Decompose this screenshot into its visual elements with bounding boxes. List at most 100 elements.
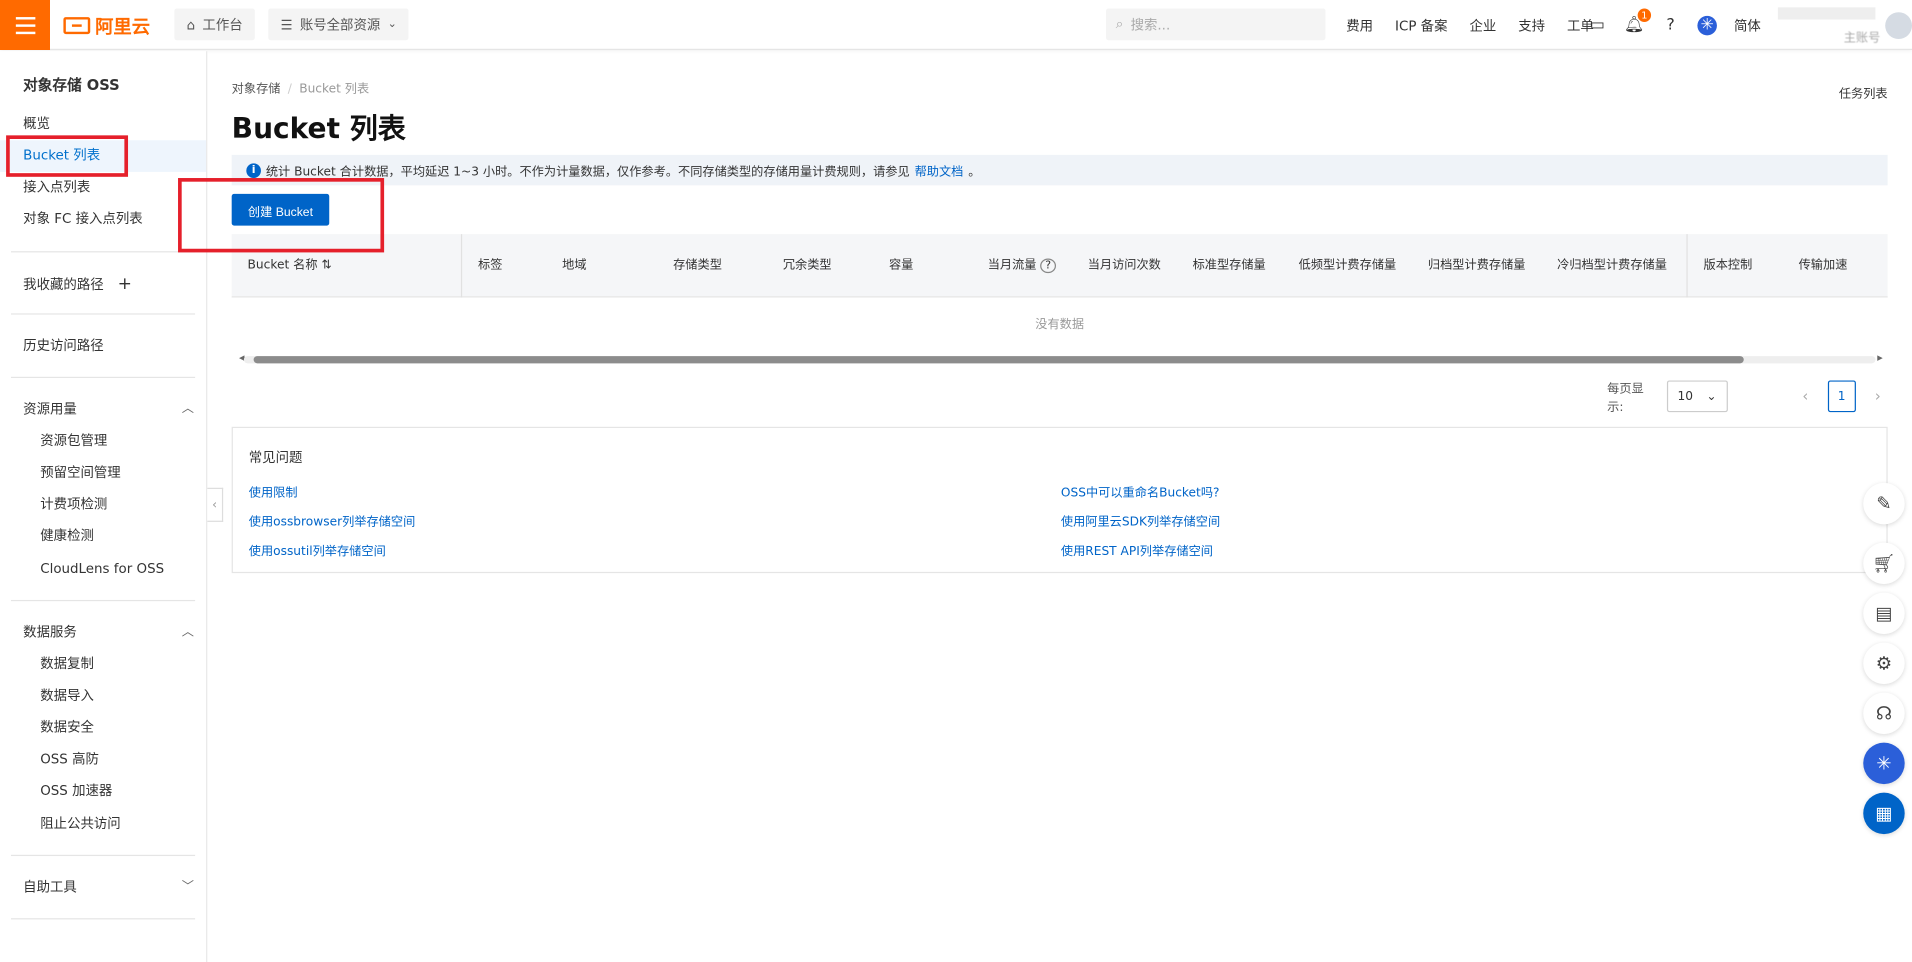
prev-page-icon[interactable]: ‹ [1796,388,1816,405]
sidebar-item-billing-check[interactable]: 计费项检测 [40,489,107,521]
table-header: Bucket 名称 ⇅ 标签 地域 存储类型 冗余类型 容量 当月流量 ? 当月… [231,234,1888,298]
sort-icon[interactable]: ⇅ [321,259,331,272]
sidebar-item-overview[interactable]: 概览 [23,109,50,141]
col-ia-storage: 低频型计费存储量 [1298,258,1397,272]
sidebar-group-data-services[interactable]: 数据服务 ︿ [23,617,194,649]
sidebar-group-resource-usage[interactable]: 资源用量 ︿ [23,394,194,426]
favorites-label: 我收藏的路径 [23,276,104,293]
bell-icon[interactable]: 🔔︎ 1 [1624,7,1652,35]
chevron-up-icon: ︿ [181,402,194,416]
sidebar-item-history[interactable]: 历史访问路径 [23,330,103,362]
logo-mark [63,17,91,35]
language-switch[interactable]: 简体 [1734,15,1761,35]
sidebar-item-accelerator[interactable]: OSS 加速器 [40,776,112,808]
edit-icon[interactable]: ✎ [1863,482,1905,525]
sidebar-collapse-button[interactable]: ‹ [207,487,224,522]
col-archive-storage: 归档型计费存储量 [1427,258,1526,272]
page-size-select[interactable]: 10 ⌄ [1666,380,1728,413]
aliyun-logo[interactable]: 阿里云 [63,13,150,37]
notification-badge: 1 [1637,7,1652,22]
breadcrumb: 对象存储 / Bucket 列表 [231,82,370,97]
faq-link-ossbrowser[interactable]: 使用ossbrowser列举存储空间 [249,511,416,529]
nav-link-icp[interactable]: ICP 备案 [1395,15,1448,35]
scroll-right-icon[interactable]: ▸ [1877,352,1883,364]
faq-link-sdk[interactable]: 使用阿里云SDK列举存储空间 [1061,511,1220,529]
headset-icon[interactable]: ☊ [1863,692,1905,735]
assistant-icon[interactable]: ✳ [1697,15,1717,35]
nav-link-fee[interactable]: 费用 [1346,15,1373,35]
chevron-down-icon: ⌄ [1706,389,1717,404]
col-storage-class: 存储类型 [673,258,722,272]
sidebar-item-package-mgmt[interactable]: 资源包管理 [40,426,107,458]
nav-link-support[interactable]: 支持 [1518,15,1545,35]
pagination: 每页显示: 10 ⌄ ‹ 1 › [1607,380,1888,415]
page-size-value: 10 [1677,389,1694,404]
sidebar-item-health-check[interactable]: 健康检测 [40,521,94,553]
question-icon[interactable]: ? [1040,258,1056,274]
create-bucket-button[interactable]: 创建 Bucket [231,193,330,226]
col-monthly-traffic: 当月流量 ? [988,234,1056,297]
breadcrumb-current: Bucket 列表 [299,82,370,97]
col-monthly-traffic-label: 当月流量 [987,258,1037,272]
terminal-icon[interactable]: ▭ [1588,15,1608,35]
sidebar-item-block-public-access[interactable]: 阻止公共访问 [40,808,120,840]
col-cold-archive-storage: 冷归档型计费存储量 [1557,258,1667,272]
search-input[interactable]: ⌕ 搜索... [1105,8,1326,41]
menu-icon[interactable] [0,0,50,50]
sidebar-item-data-replication[interactable]: 数据复制 [40,649,94,681]
sidebar-divider [10,854,196,857]
assistant-icon[interactable]: ✳ [1863,742,1905,785]
task-list-link[interactable]: 任务列表 [1839,83,1888,101]
sidebar: 对象存储 OSS 概览 Bucket 列表 接入点列表 对象 FC 接入点列表 … [0,51,208,962]
workbench-button[interactable]: ⌂ 工作台 [174,8,255,41]
column-divider [460,234,463,298]
self-help-label: 自助工具 [23,879,77,896]
faq-link-limits[interactable]: 使用限制 [249,482,298,500]
apps-icon[interactable]: ▦ [1863,792,1905,835]
sidebar-item-reserved-capacity[interactable]: 预留空间管理 [40,457,120,489]
sidebar-group-self-help[interactable]: 自助工具 ﹀ [23,872,194,904]
page-title: Bucket 列表 [231,113,406,146]
next-page-icon[interactable]: › [1868,388,1888,405]
scroll-thumb[interactable] [253,356,1744,364]
account-label: 主账号 [1843,31,1881,46]
faq-link-rename-bucket[interactable]: OSS中可以重命名Bucket吗? [1061,482,1220,500]
sidebar-item-bucket-list[interactable]: Bucket 列表 [0,140,207,172]
account-resources-label: 账号全部资源 [299,17,381,33]
help-icon[interactable]: ? [1661,15,1681,35]
info-notice: i 统计 Bucket 合计数据，平均延迟 1~3 小时。不作为计量数据，仅作参… [231,154,1888,186]
sidebar-item-data-import[interactable]: 数据导入 [40,680,94,712]
col-versioning: 版本控制 [1703,258,1753,272]
col-bucket-name[interactable]: Bucket 名称 ⇅ [248,234,332,297]
resource-icon: ☰ [280,16,293,33]
plus-icon[interactable]: + [118,274,132,294]
horizontal-scrollbar[interactable]: ◂ ▸ [231,352,1888,365]
document-icon[interactable]: ▤ [1863,592,1905,635]
sidebar-item-data-security[interactable]: 数据安全 [40,712,94,744]
column-divider [1686,234,1688,298]
settings-icon[interactable]: ⚙ [1863,642,1905,685]
home-icon: ⌂ [186,16,196,33]
faq-link-rest-api[interactable]: 使用REST API列举存储空间 [1061,540,1213,558]
help-doc-link[interactable]: 帮助文档 [915,161,964,179]
account-resources-dropdown[interactable]: ☰ 账号全部资源 ⌄ [268,8,410,41]
page-number-current[interactable]: 1 [1827,380,1856,413]
top-nav-icons: ▭ 🔔︎ 1 ? ✳ 简体 [1588,0,1761,50]
top-navbar: 阿里云 ⌂ 工作台 ☰ 账号全部资源 ⌄ ⌕ 搜索... 费用 ICP 备案 企… [0,0,1912,50]
chevron-down-icon: ⌄ [387,18,397,31]
breadcrumb-oss[interactable]: 对象存储 [232,83,281,96]
sidebar-item-access-points[interactable]: 接入点列表 [23,172,90,204]
sidebar-divider [10,918,196,920]
col-monthly-requests: 当月访问次数 [1087,258,1161,272]
workbench-label: 工作台 [202,17,243,33]
sidebar-item-anti-ddos[interactable]: OSS 高防 [40,744,99,776]
cart-icon[interactable]: 🛒︎ [1863,542,1905,585]
faq-link-ossutil[interactable]: 使用ossutil列举存储空间 [249,540,386,558]
sidebar-item-fc-access-points[interactable]: 对象 FC 接入点列表 [23,204,143,236]
account-menu[interactable]: 主账号 [1775,5,1912,46]
sidebar-item-cloudlens[interactable]: CloudLens for OSS [40,554,164,586]
notice-text: 统计 Bucket 合计数据，平均延迟 1~3 小时。不作为计量数据，仅作参考。… [265,165,910,180]
sidebar-item-favorites[interactable]: 我收藏的路径 + [23,268,194,300]
notice-end: 。 [968,165,981,180]
nav-link-enterprise[interactable]: 企业 [1469,15,1496,35]
